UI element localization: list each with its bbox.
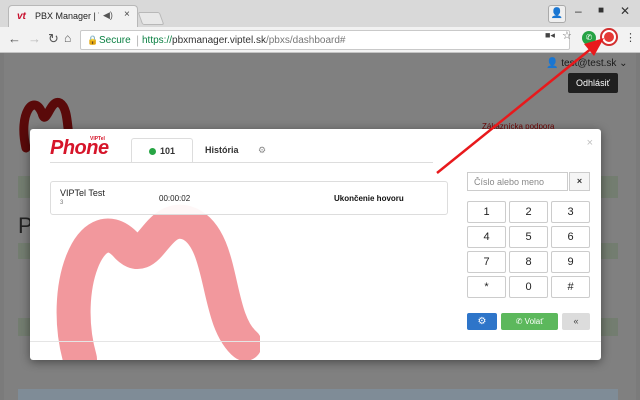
- logout-button[interactable]: Odhlásiť: [568, 73, 618, 93]
- tab-extension[interactable]: 101: [131, 138, 193, 163]
- url-scheme: https://: [142, 35, 173, 46]
- online-status-icon: [148, 148, 156, 155]
- camera-icon[interactable]: ■◂: [545, 30, 555, 41]
- profile-icon[interactable]: 👤: [548, 5, 566, 23]
- url-text[interactable]: https://pbxmanager.viptel.sk/pbxs/dashbo…: [142, 35, 345, 46]
- tab-extension-label: 101: [159, 146, 176, 156]
- viptel-favicon-icon: vt: [17, 11, 26, 22]
- browser-tabstrip: vt PBX Manager | VIPTel ◀) × 👤 – ■ ✕: [0, 0, 640, 27]
- caller-extension: 3: [60, 200, 64, 206]
- minimize-icon[interactable]: –: [575, 4, 582, 18]
- new-tab-button[interactable]: [137, 12, 165, 25]
- key-0[interactable]: 0: [509, 276, 548, 298]
- home-icon[interactable]: ⌂: [64, 31, 71, 45]
- url-host: pbxmanager.viptel.sk: [172, 35, 266, 46]
- call-button-label: Volať: [524, 317, 544, 326]
- page-strip: [18, 389, 618, 400]
- key-9[interactable]: 9: [551, 251, 590, 273]
- end-call-link[interactable]: Ukončenie hovoru: [334, 194, 404, 203]
- number-search-input[interactable]: [467, 172, 568, 191]
- call-timer: 00:00:02: [159, 194, 191, 203]
- modal-close-icon[interactable]: ×: [587, 137, 593, 149]
- phone-modal: × Phone VIPTel 101 História ⚙ VIPTel Tes…: [30, 129, 601, 360]
- active-call-row: VIPTel Test 3 00:00:02 Ukončenie hovoru: [50, 181, 448, 215]
- browser-tab[interactable]: vt PBX Manager | VIPTel ◀) ×: [8, 5, 138, 27]
- window-close-icon[interactable]: ✕: [620, 4, 630, 18]
- back-icon[interactable]: ←: [8, 31, 21, 46]
- keypad-actions: ⚙ ✆ Volať «: [467, 313, 590, 331]
- maximize-icon[interactable]: ■: [598, 5, 604, 16]
- gear-icon: ⚙: [477, 316, 487, 327]
- tab-close-icon[interactable]: ×: [124, 9, 130, 20]
- address-bar[interactable]: 🔒 Secure | https://pbxmanager.viptel.sk/…: [80, 30, 570, 50]
- tab-title: PBX Manager | VIPTel: [35, 11, 99, 21]
- modal-footer-divider: [30, 341, 601, 342]
- phone-logo: Phone VIPTel: [50, 136, 109, 160]
- key-6[interactable]: 6: [551, 226, 590, 248]
- url-path: /pbxs/dashboard#: [265, 35, 346, 46]
- clear-input-button[interactable]: ×: [569, 172, 590, 191]
- phone-settings-button[interactable]: ⚙: [467, 313, 497, 330]
- key-1[interactable]: 1: [467, 201, 506, 223]
- tab-settings-gear-icon[interactable]: ⚙: [258, 138, 266, 163]
- key-8[interactable]: 8: [509, 251, 548, 273]
- reload-icon[interactable]: ↻: [48, 31, 59, 47]
- viptel-phone-extension-icon[interactable]: [600, 28, 618, 46]
- call-button[interactable]: ✆ Volať: [501, 313, 558, 330]
- speaker-icon[interactable]: ◀): [103, 10, 113, 21]
- key-3[interactable]: 3: [551, 201, 590, 223]
- tab-history[interactable]: História: [205, 138, 239, 163]
- caller-name: VIPTel Test: [60, 188, 105, 198]
- secure-label: Secure: [99, 35, 131, 46]
- key-2[interactable]: 2: [509, 201, 548, 223]
- key-5[interactable]: 5: [509, 226, 548, 248]
- key-4[interactable]: 4: [467, 226, 506, 248]
- phone-icon: ✆: [515, 317, 523, 326]
- kebab-menu-icon[interactable]: ⋮: [625, 31, 636, 44]
- whatsapp-extension-icon[interactable]: ✆: [582, 31, 596, 45]
- collapse-button[interactable]: «: [562, 313, 590, 330]
- star-icon[interactable]: ☆: [562, 29, 572, 42]
- phone-logo-brand: VIPTel: [90, 136, 105, 142]
- url-separator: |: [136, 33, 140, 47]
- lock-icon: 🔒: [87, 35, 99, 45]
- key-7[interactable]: 7: [467, 251, 506, 273]
- dial-keypad: 1 2 3 4 5 6 7 8 9 * 0 #: [467, 201, 590, 298]
- user-email: test@test.sk: [561, 58, 617, 69]
- forward-icon[interactable]: →: [28, 31, 41, 46]
- tabs-divider: [50, 162, 433, 163]
- browser-toolbar: ← → ↻ ⌂ 🔒 Secure | https://pbxmanager.vi…: [0, 27, 640, 53]
- key-star[interactable]: *: [467, 276, 506, 298]
- key-hash[interactable]: #: [551, 276, 590, 298]
- user-menu[interactable]: 👤 test@test.sk ⌄: [546, 58, 628, 69]
